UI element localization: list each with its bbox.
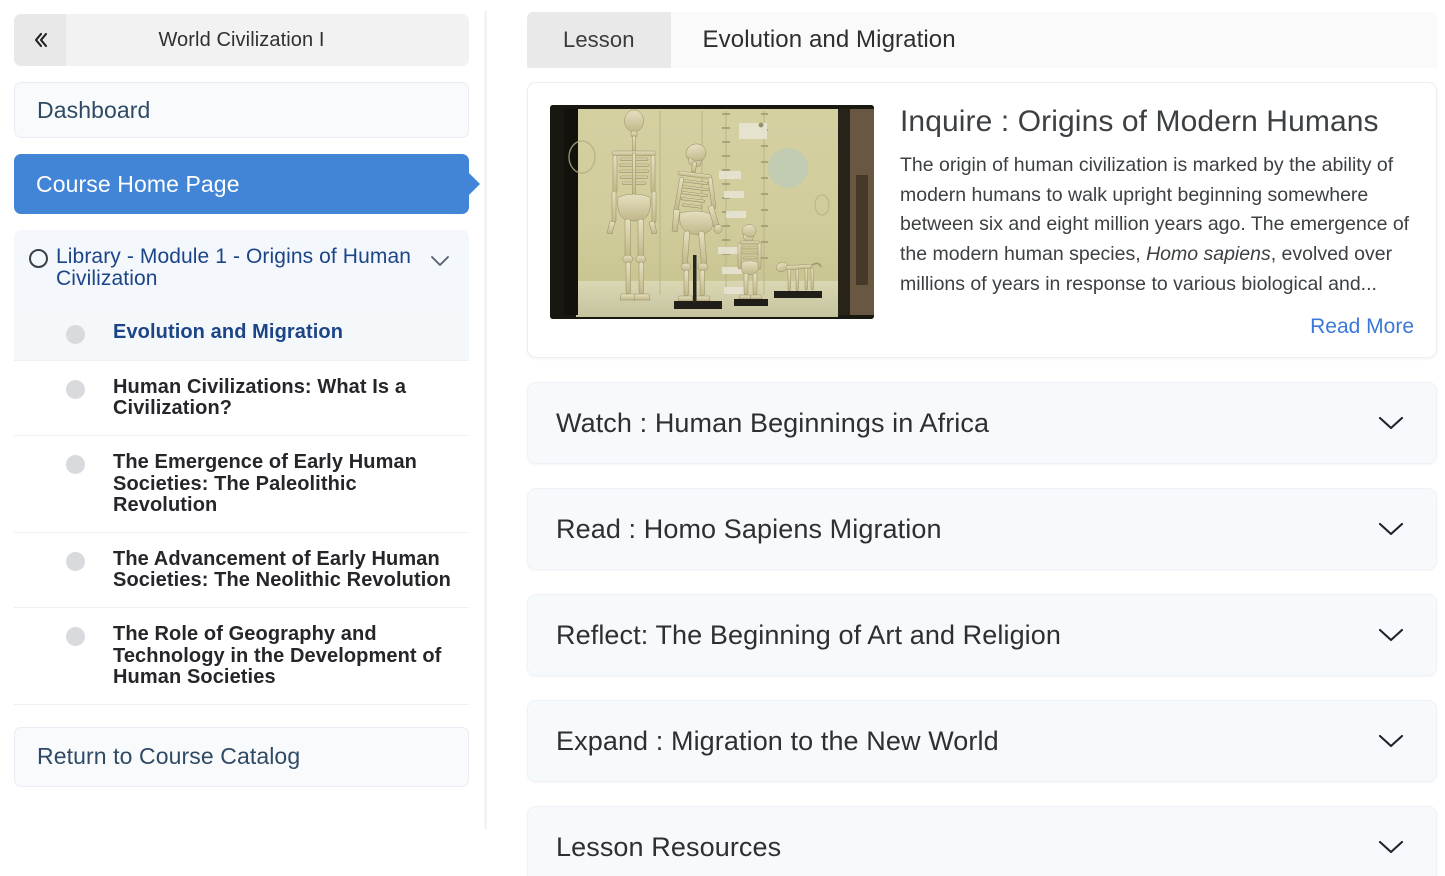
read-more-label: Read More <box>1310 315 1414 338</box>
read-more-link[interactable]: Read More <box>900 315 1414 339</box>
lesson-status-dot-icon <box>66 552 85 571</box>
chevron-down-icon[interactable] <box>425 246 455 268</box>
page-title: Inquire : Origins of Modern Humans <box>900 105 1414 139</box>
inquire-card-text: The origin of human civilization is mark… <box>900 151 1414 299</box>
chevron-down-icon[interactable] <box>1372 838 1406 856</box>
tab-lesson[interactable]: Lesson <box>527 12 671 68</box>
accordion-label: Expand : Migration to the New World <box>556 726 1372 757</box>
inquire-text-italic: Homo sapiens <box>1146 243 1271 265</box>
inquire-card: Inquire : Origins of Modern Humans The o… <box>527 82 1437 358</box>
lesson-item-neolithic-revolution[interactable]: The Advancement of Early Human Societies… <box>14 533 469 608</box>
module-header[interactable]: Library - Module 1 - Origins of Human Ci… <box>14 230 469 306</box>
tab-label: Evolution and Migration <box>703 26 956 54</box>
lesson-item-paleolithic-revolution[interactable]: The Emergence of Early Human Societies: … <box>14 436 469 533</box>
lesson-main-content: Lesson Evolution and Migration <box>487 0 1445 876</box>
return-to-course-catalog-button[interactable]: Return to Course Catalog <box>14 727 469 787</box>
inquire-card-body: Inquire : Origins of Modern Humans The o… <box>874 105 1414 339</box>
circle-outline-icon <box>20 246 56 268</box>
chevron-down-icon[interactable] <box>1372 414 1406 432</box>
accordion-label: Read : Homo Sapiens Migration <box>556 514 1372 545</box>
accordion-label: Lesson Resources <box>556 832 1372 863</box>
double-chevron-left-icon[interactable] <box>14 14 66 66</box>
course-lesson-page: World Civilization I Dashboard Course Ho… <box>0 0 1445 876</box>
accordion-lesson-resources[interactable]: Lesson Resources <box>527 806 1437 876</box>
tab-label: Lesson <box>563 27 635 53</box>
chevron-down-icon[interactable] <box>1372 626 1406 644</box>
lesson-item-label: The Emergence of Early Human Societies: … <box>113 452 451 516</box>
lesson-item-label: Human Civilizations: What Is a Civilizat… <box>113 377 451 419</box>
course-title: World Civilization I <box>66 29 469 52</box>
sidebar-header: World Civilization I <box>14 14 469 66</box>
chevron-down-icon[interactable] <box>1372 520 1406 538</box>
sidebar-item-course-home-page[interactable]: Course Home Page <box>14 154 469 214</box>
tab-evolution-and-migration[interactable]: Evolution and Migration <box>671 12 992 68</box>
lesson-item-label: The Role of Geography and Technology in … <box>113 624 451 688</box>
chevron-down-icon[interactable] <box>1372 732 1406 750</box>
accordion-read-homo-sapiens-migration[interactable]: Read : Homo Sapiens Migration <box>527 488 1437 570</box>
module-group: Library - Module 1 - Origins of Human Ci… <box>14 230 469 705</box>
lesson-item-label: The Advancement of Early Human Societies… <box>113 549 451 591</box>
lesson-item-human-civilizations[interactable]: Human Civilizations: What Is a Civilizat… <box>14 361 469 436</box>
lesson-item-label: Evolution and Migration <box>113 322 343 343</box>
lesson-item-geography-and-technology[interactable]: The Role of Geography and Technology in … <box>14 608 469 705</box>
accordion-label: Reflect: The Beginning of Art and Religi… <box>556 620 1372 651</box>
museum-skeleton-display-photo <box>550 105 874 319</box>
lesson-status-dot-icon <box>66 380 85 399</box>
accordion-label: Watch : Human Beginnings in Africa <box>556 408 1372 439</box>
accordion-watch-human-beginnings[interactable]: Watch : Human Beginnings in Africa <box>527 382 1437 464</box>
sidebar-item-label: Course Home Page <box>36 171 240 198</box>
accordion-reflect-art-and-religion[interactable]: Reflect: The Beginning of Art and Religi… <box>527 594 1437 676</box>
lesson-list: Evolution and Migration Human Civilizati… <box>14 306 469 705</box>
lesson-tabbar: Lesson Evolution and Migration <box>527 12 1437 68</box>
accordion-expand-migration-new-world[interactable]: Expand : Migration to the New World <box>527 700 1437 782</box>
sidebar-item-dashboard[interactable]: Dashboard <box>14 82 469 138</box>
module-title: Library - Module 1 - Origins of Human Ci… <box>56 246 425 290</box>
lesson-item-evolution-and-migration[interactable]: Evolution and Migration <box>14 306 469 361</box>
lesson-status-dot-icon <box>66 455 85 474</box>
lesson-status-dot-icon <box>66 325 85 344</box>
course-sidebar: World Civilization I Dashboard Course Ho… <box>0 0 487 876</box>
sidebar-item-label: Return to Course Catalog <box>37 743 300 770</box>
lesson-status-dot-icon <box>66 627 85 646</box>
sidebar-item-label: Dashboard <box>37 97 150 124</box>
